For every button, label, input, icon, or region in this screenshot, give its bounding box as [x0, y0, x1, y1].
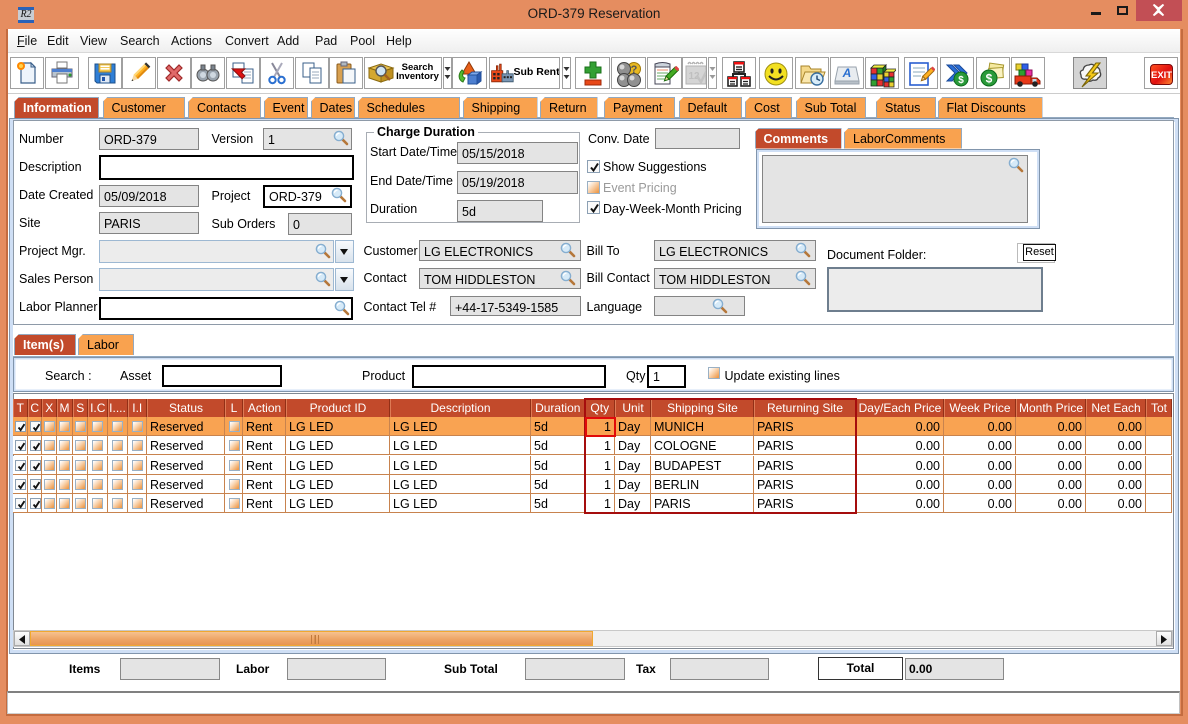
svg-text:A: A	[842, 66, 852, 80]
svg-text:$: $	[958, 75, 964, 86]
svg-text:$: $	[986, 72, 993, 86]
